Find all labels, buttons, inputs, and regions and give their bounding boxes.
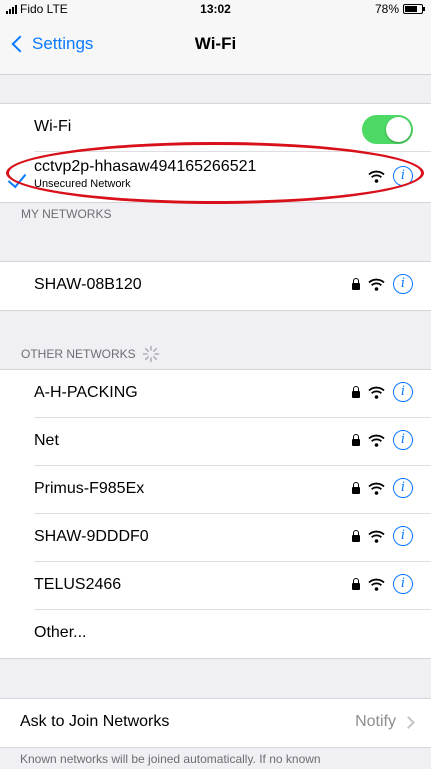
- wifi-toggle[interactable]: [362, 115, 413, 144]
- battery-icon: [403, 4, 425, 14]
- wifi-icon: [368, 482, 385, 495]
- other-networks-group: A-H-PACKING i Net i Primus-F985Ex i SHAW-9DDDF…: [0, 369, 431, 659]
- network-name: TELUS2466: [34, 576, 122, 593]
- wifi-icon: [368, 278, 385, 291]
- network-name: SHAW-9DDDF0: [34, 528, 149, 545]
- lock-icon: [352, 277, 360, 290]
- network-row[interactable]: A-H-PACKING i: [0, 370, 431, 418]
- network-name: SHAW-08B120: [34, 276, 142, 293]
- lock-icon: [352, 577, 360, 590]
- network-name: A-H-PACKING: [34, 384, 138, 401]
- wifi-icon: [368, 530, 385, 543]
- network-row[interactable]: TELUS2466 i: [0, 562, 431, 610]
- ask-to-join-value-label: Notify: [355, 713, 396, 730]
- ask-to-join-group: Ask to Join Networks Notify: [0, 698, 431, 748]
- lock-icon: [352, 529, 360, 542]
- connected-network-name: cctvp2p-hhasaw494165266521: [34, 158, 257, 175]
- network-row[interactable]: SHAW-9DDDF0 i: [0, 514, 431, 562]
- network-icons: i: [352, 274, 413, 294]
- wifi-icon: [368, 170, 385, 183]
- other-network-row[interactable]: Other...: [0, 610, 431, 658]
- wifi-label: Wi-Fi: [34, 118, 72, 135]
- network-name: Net: [34, 432, 59, 449]
- network-row[interactable]: Primus-F985Ex i: [0, 466, 431, 514]
- other-networks-label: OTHER NETWORKS: [21, 347, 136, 361]
- info-icon[interactable]: i: [393, 526, 413, 546]
- spinner-icon: [142, 345, 159, 363]
- status-bar: Fido LTE 13:02 78%: [0, 0, 431, 18]
- other-network-label: Other...: [34, 624, 87, 641]
- info-icon[interactable]: i: [393, 274, 413, 294]
- network-row[interactable]: SHAW-08B120 i: [0, 262, 431, 310]
- lock-icon: [352, 481, 360, 494]
- info-icon[interactable]: i: [393, 478, 413, 498]
- ask-to-join-footer: Known networks will be joined automatica…: [20, 752, 321, 766]
- info-icon[interactable]: i: [393, 430, 413, 450]
- network-icons: i: [352, 430, 413, 450]
- ask-to-join-value: Notify: [355, 713, 415, 731]
- info-icon[interactable]: i: [393, 166, 413, 186]
- chevron-right-icon: [402, 715, 415, 729]
- my-networks-group: SHAW-08B120 i: [0, 261, 431, 311]
- toggle-knob: [386, 117, 411, 142]
- status-time: 13:02: [200, 2, 231, 16]
- navigation-bar: Settings Wi-Fi: [0, 18, 431, 75]
- page-title: Wi-Fi: [194, 34, 237, 53]
- wifi-toggle-row: Wi-Fi: [0, 104, 431, 152]
- network-name: Primus-F985Ex: [34, 480, 145, 497]
- ask-to-join-row[interactable]: Ask to Join Networks Notify: [0, 699, 431, 747]
- network-icons: i: [352, 478, 413, 498]
- connected-network-status: Unsecured Network: [34, 178, 131, 190]
- wifi-icon: [368, 386, 385, 399]
- network-icons: i: [352, 574, 413, 594]
- other-networks-header: OTHER NETWORKS: [21, 345, 160, 363]
- lock-icon: [352, 385, 360, 398]
- ask-to-join-label: Ask to Join Networks: [20, 713, 170, 730]
- network-icons: i: [352, 526, 413, 546]
- lock-icon: [352, 433, 360, 446]
- info-icon[interactable]: i: [393, 382, 413, 402]
- connected-network-row[interactable]: cctvp2p-hhasaw494165266521 Unsecured Net…: [0, 152, 431, 202]
- battery-info: 78%: [374, 2, 425, 16]
- wifi-group: Wi-Fi cctvp2p-hhasaw494165266521 Unsecur…: [0, 103, 431, 203]
- network-row[interactable]: Net i: [0, 418, 431, 466]
- info-icon[interactable]: i: [393, 574, 413, 594]
- battery-percentage: 78%: [374, 2, 399, 16]
- network-icons: i: [352, 382, 413, 402]
- checkmark-icon: [7, 168, 27, 189]
- wifi-icon: [368, 434, 385, 447]
- wifi-icon: [368, 578, 385, 591]
- my-networks-header: MY NETWORKS: [21, 207, 112, 221]
